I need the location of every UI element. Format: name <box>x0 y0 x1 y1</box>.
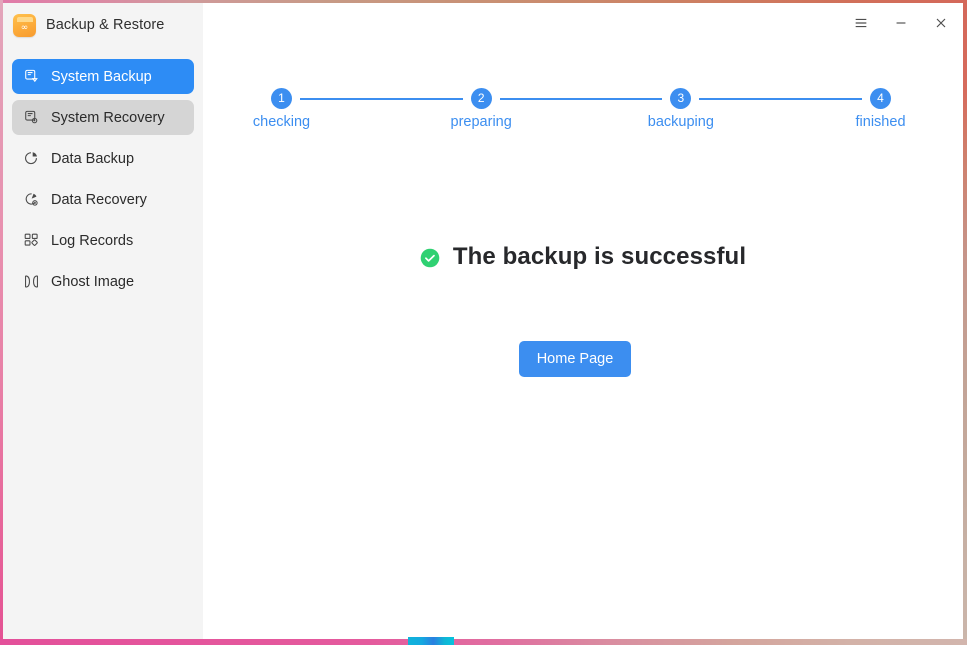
sidebar-item-data-recovery[interactable]: Data Recovery <box>12 182 194 217</box>
ghost-image-icon <box>23 273 40 290</box>
sidebar-item-log-records[interactable]: Log Records <box>12 223 194 258</box>
home-page-button[interactable]: Home Page <box>519 341 631 377</box>
sidebar-nav: System Backup System Recovery Data Backu… <box>3 59 203 299</box>
sidebar-item-ghost-image[interactable]: Ghost Image <box>12 264 194 299</box>
minimize-button[interactable] <box>891 13 911 33</box>
step-number: 1 <box>271 88 292 109</box>
stepper-step-3: 3 backuping <box>648 88 714 130</box>
app-title: Backup & Restore <box>46 17 165 33</box>
sidebar-item-label: Log Records <box>51 232 134 249</box>
close-button[interactable] <box>931 13 951 33</box>
sidebar-item-label: System Backup <box>51 68 152 85</box>
window-controls <box>851 13 951 33</box>
step-label: finished <box>855 114 906 130</box>
system-backup-icon <box>23 68 40 85</box>
stepper-track: 1 checking 2 preparing 3 backuping 4 fin… <box>253 88 906 130</box>
window-content: ∞ Backup & Restore System Backup System … <box>3 3 963 639</box>
stepper-connector <box>699 97 863 100</box>
main-panel: 1 checking 2 preparing 3 backuping 4 fin… <box>203 3 963 639</box>
step-label: preparing <box>450 114 512 130</box>
system-recovery-icon <box>23 109 40 126</box>
application-window: ∞ Backup & Restore System Backup System … <box>0 0 967 645</box>
progress-stepper: 1 checking 2 preparing 3 backuping 4 fin… <box>253 88 906 148</box>
result-message: The backup is successful <box>452 243 747 270</box>
data-backup-icon <box>23 150 40 167</box>
app-brand: ∞ Backup & Restore <box>3 3 203 47</box>
menu-button[interactable] <box>851 13 871 33</box>
sidebar-item-data-backup[interactable]: Data Backup <box>12 141 194 176</box>
step-number: 3 <box>670 88 692 109</box>
window-border-bottom <box>0 639 967 645</box>
sidebar-item-system-backup[interactable]: System Backup <box>12 59 194 94</box>
sidebar-item-label: System Recovery <box>51 109 165 126</box>
data-recovery-icon <box>23 191 40 208</box>
backup-app-icon: ∞ <box>13 13 36 37</box>
stepper-step-2: 2 preparing <box>451 88 512 130</box>
step-label: checking <box>252 114 311 130</box>
result-message-block: The backup is successful <box>203 243 963 271</box>
app-icon-glyph: ∞ <box>20 23 29 33</box>
step-number: 2 <box>470 88 492 109</box>
sidebar-item-label: Data Recovery <box>51 191 147 208</box>
sidebar: ∞ Backup & Restore System Backup System … <box>3 3 203 639</box>
stepper-step-1: 1 checking <box>253 88 310 130</box>
stepper-connector <box>499 97 663 100</box>
sidebar-item-label: Data Backup <box>51 150 135 167</box>
step-number: 4 <box>870 88 892 109</box>
step-label: backuping <box>647 114 714 130</box>
sidebar-item-label: Ghost Image <box>51 273 135 290</box>
success-check-icon <box>420 248 440 268</box>
stepper-step-4: 4 finished <box>856 88 906 130</box>
sidebar-item-system-recovery[interactable]: System Recovery <box>12 100 194 135</box>
log-records-icon <box>23 232 40 249</box>
window-border-right <box>963 0 967 645</box>
stepper-connector <box>300 97 463 100</box>
